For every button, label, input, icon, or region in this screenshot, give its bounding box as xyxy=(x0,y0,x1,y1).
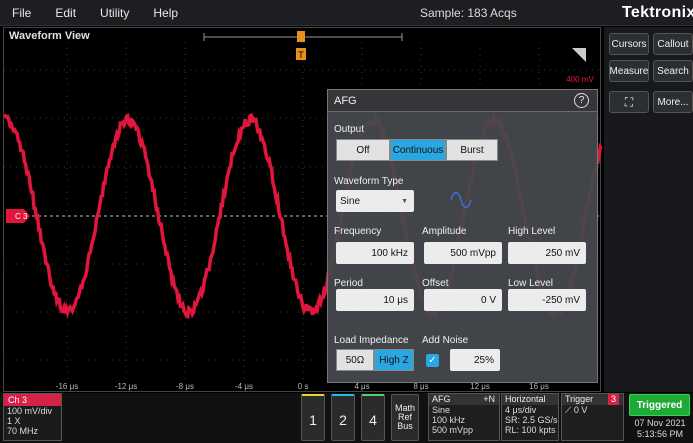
add-noise-checkbox[interactable]: ✓ xyxy=(426,354,439,367)
x-tick: 4 μs xyxy=(354,382,369,391)
afg-badge-freq: 100 kHz xyxy=(429,415,499,425)
horizontal-record-length: RL: 100 kpts xyxy=(502,425,558,435)
x-tick: 8 μs xyxy=(413,382,428,391)
channel-marker: C 3 xyxy=(15,212,28,221)
offset-label: Offset xyxy=(422,278,449,289)
horizontal-badge[interactable]: Horizontal 4 μs/div SR: 2.5 GS/s RL: 100… xyxy=(501,393,559,441)
acquisition-status: Sample: 183 Acqs xyxy=(420,6,517,20)
menu-help[interactable]: Help xyxy=(153,6,178,20)
menu-file[interactable]: File xyxy=(12,6,31,20)
chevron-down-icon: ▼ xyxy=(401,198,408,205)
waveform-type-label: Waveform Type xyxy=(334,176,403,187)
x-tick: -8 μs xyxy=(176,382,194,391)
math-ref-bus-button[interactable]: Math Ref Bus xyxy=(391,394,419,441)
trigger-level: ⟋ 0 V xyxy=(562,405,623,415)
channel-4-button[interactable]: 4 xyxy=(361,394,385,441)
more-button[interactable]: More... xyxy=(653,91,693,113)
trigger-source-tag: 3 xyxy=(608,394,619,405)
output-burst-button[interactable]: Burst xyxy=(446,139,498,161)
trigger-badge-header: Trigger 3 xyxy=(562,394,623,405)
noise-field[interactable]: 25% xyxy=(450,349,500,371)
date: 07 Nov 2021 xyxy=(627,418,693,429)
scale-marker: 400 mV xyxy=(566,75,594,84)
period-label: Period xyxy=(334,278,363,289)
results-sidebar: Cursors Callout Measure Search ⛶ More... xyxy=(604,27,693,392)
x-tick: 16 μs xyxy=(529,382,549,391)
menu-bar: File Edit Utility Help Sample: 183 Acqs … xyxy=(0,0,693,26)
channel-1-button[interactable]: 1 xyxy=(301,394,325,441)
ch3-probe: 1 X xyxy=(4,416,61,426)
afg-noise-tag: +N xyxy=(483,394,495,405)
waveform-type-select[interactable]: Sine ▼ xyxy=(336,190,414,212)
date-time: 07 Nov 2021 5:13:56 PM xyxy=(627,418,693,440)
triggered-status[interactable]: Triggered xyxy=(629,394,690,416)
afg-dialog-title: AFG xyxy=(334,95,357,107)
afg-badge-amp: 500 mVpp xyxy=(429,425,499,435)
afg-badge-wave: Sine xyxy=(429,405,499,415)
low-level-field[interactable]: -250 mV xyxy=(508,289,586,311)
amplitude-field[interactable]: 500 mVpp xyxy=(424,242,502,264)
rising-edge-icon: ⟋ xyxy=(565,405,571,415)
measure-button[interactable]: Measure xyxy=(609,60,649,82)
frequency-label: Frequency xyxy=(334,226,381,237)
x-tick: 12 μs xyxy=(470,382,490,391)
low-level-label: Low Level xyxy=(508,278,553,289)
amplitude-label: Amplitude xyxy=(422,226,466,237)
output-label: Output xyxy=(334,124,364,135)
afg-badge-header: AFG +N xyxy=(429,394,499,405)
trigger-badge[interactable]: Trigger 3 ⟋ 0 V xyxy=(561,393,624,441)
trigger-badge-title: Trigger xyxy=(565,394,593,404)
load-high-z-button[interactable]: High Z xyxy=(374,349,414,371)
channel-2-button[interactable]: 2 xyxy=(331,394,355,441)
menu-utility[interactable]: Utility xyxy=(100,6,129,20)
afg-badge-title: AFG xyxy=(432,394,451,404)
horizontal-badge-title: Horizontal xyxy=(502,394,558,405)
offset-field[interactable]: 0 V xyxy=(424,289,502,311)
afg-badge[interactable]: AFG +N Sine 100 kHz 500 mVpp xyxy=(428,393,500,441)
afg-dialog-header[interactable]: AFG ? xyxy=(328,90,597,112)
load-impedance-label: Load Impedance xyxy=(334,335,409,346)
waveform-type-value: Sine xyxy=(340,196,360,207)
period-field[interactable]: 10 μs xyxy=(336,289,414,311)
horizontal-scale: 4 μs/div xyxy=(502,405,558,415)
afg-dialog: AFG ? Output Off Continuous Burst Wavefo… xyxy=(327,89,598,383)
ch3-badge[interactable]: Ch 3 100 mV/div 1 X 70 MHz xyxy=(3,393,62,441)
bus-label: Bus xyxy=(397,422,413,431)
high-level-field[interactable]: 250 mV xyxy=(508,242,586,264)
x-tick: -16 μs xyxy=(56,382,78,391)
time: 5:13:56 PM xyxy=(627,429,693,440)
ch3-bandwidth: 70 MHz xyxy=(4,426,61,436)
sine-wave-icon xyxy=(450,191,472,209)
x-tick: -12 μs xyxy=(115,382,137,391)
x-tick: 0 s xyxy=(298,382,309,391)
ch3-scale: 100 mV/div xyxy=(4,406,61,416)
cursors-button[interactable]: Cursors xyxy=(609,33,649,55)
ch3-tag: Ch 3 xyxy=(4,394,61,406)
output-continuous-button[interactable]: Continuous xyxy=(390,139,446,161)
output-off-button[interactable]: Off xyxy=(336,139,390,161)
tektronix-logo: Tektronix xyxy=(622,4,693,22)
callout-button[interactable]: Callout xyxy=(653,33,693,55)
add-noise-label: Add Noise xyxy=(422,335,468,346)
load-50-ohm-button[interactable]: 50Ω xyxy=(336,349,374,371)
x-tick: -4 μs xyxy=(235,382,253,391)
high-level-label: High Level xyxy=(508,226,555,237)
horizontal-sample-rate: SR: 2.5 GS/s xyxy=(502,415,558,425)
svg-text:T: T xyxy=(298,50,304,60)
zoom-icon[interactable]: ⛶ xyxy=(609,91,649,113)
help-icon[interactable]: ? xyxy=(574,93,589,108)
menu-edit[interactable]: Edit xyxy=(55,6,76,20)
search-button[interactable]: Search xyxy=(653,60,693,82)
frequency-field[interactable]: 100 kHz xyxy=(336,242,414,264)
